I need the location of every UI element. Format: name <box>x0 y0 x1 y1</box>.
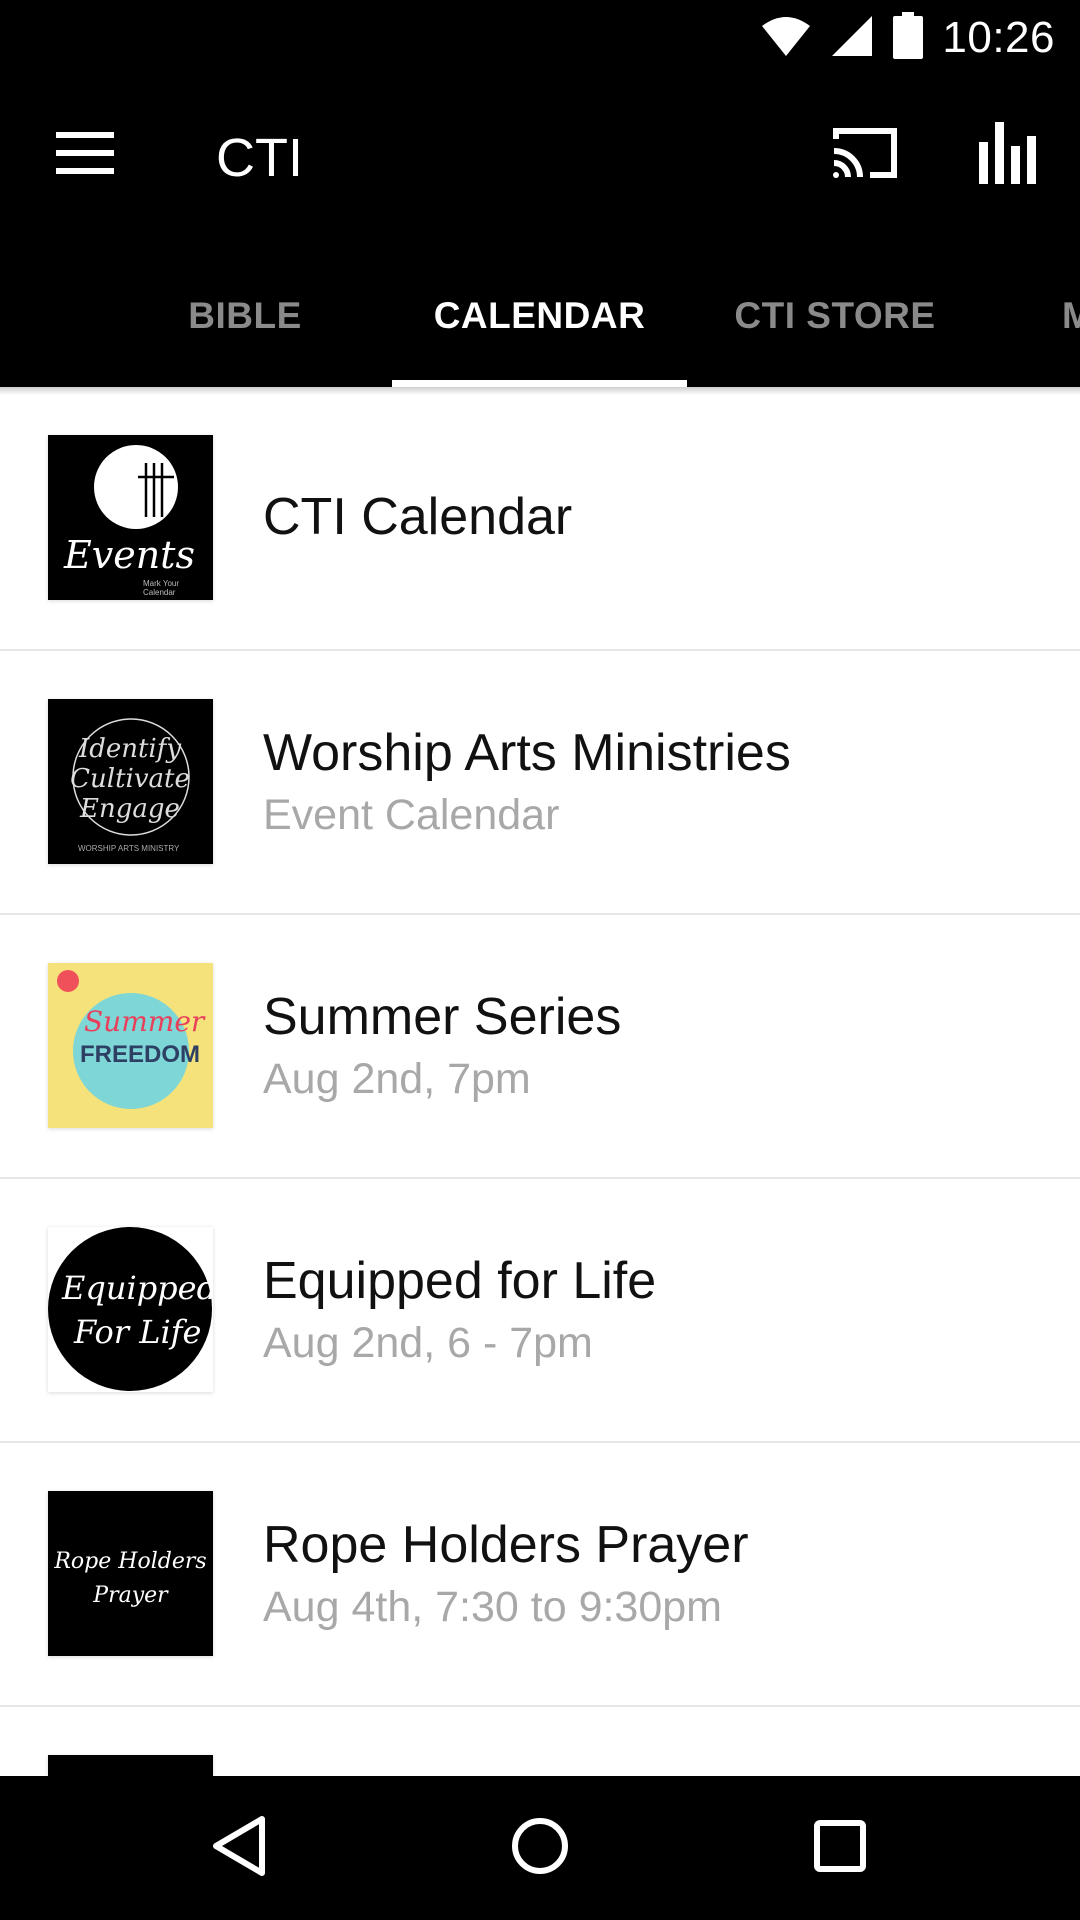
equipped-thumbnail-art <box>48 1227 212 1391</box>
menu-button[interactable] <box>40 115 130 195</box>
tab-indicator <box>392 380 687 387</box>
list-item-thumbnail: Events Mark Your Calendar <box>48 435 213 600</box>
navigation-bar <box>0 1776 1080 1920</box>
list-item[interactable]: Rope Holders Prayer Rope Holders Prayer … <box>0 1443 1080 1707</box>
stats-icon <box>979 121 1037 189</box>
list-item-title: Worship Arts Ministries <box>263 724 791 782</box>
list-item-subtitle: Aug 4th, 7:30 to 9:30pm <box>263 1583 722 1631</box>
list-item-title: Equipped for Life <box>263 1252 657 1310</box>
list-item-thumbnail: Summer FREEDOM <box>48 963 213 1128</box>
thumb-caption: WORSHIP ARTS MINISTRY <box>78 844 180 853</box>
thumb-title: Summer <box>84 1005 205 1038</box>
thumb-title: Rope Holders <box>54 1549 207 1574</box>
battery-icon <box>892 11 924 65</box>
list-item[interactable]: Equipped For Life Equipped for Life Aug … <box>0 1179 1080 1443</box>
thumb-title: Equipped <box>62 1269 213 1307</box>
thumb-caption: Mark Your Calendar <box>143 579 180 597</box>
list-item-thumbnail: Equipped For Life <box>48 1227 213 1392</box>
list-item[interactable]: Identify Cultivate Engage WORSHIP ARTS M… <box>0 651 1080 915</box>
thumb-caption: For Life <box>74 1313 202 1351</box>
thumb-caption: Prayer <box>93 1583 168 1608</box>
tab-calendar[interactable]: CALENDAR <box>392 245 687 387</box>
list-item-title: Rope Holders Prayer <box>263 1516 749 1574</box>
tab-bar: E BIBLE CALENDAR CTI STORE M <box>0 245 1080 387</box>
thumb-title: Identify Cultivate Engage <box>70 734 190 824</box>
status-bar: 10:26 <box>0 0 1080 75</box>
list-item-subtitle: Event Calendar <box>263 791 560 839</box>
app-title: CTI <box>216 128 303 188</box>
status-icons: 10:26 <box>760 8 1055 68</box>
tab-partial-left[interactable]: E <box>0 245 10 387</box>
list-item-title: Summer Series <box>263 988 622 1046</box>
tab-cti-store[interactable]: CTI STORE <box>700 245 970 387</box>
recents-button[interactable] <box>790 1798 890 1898</box>
tab-partial-right[interactable]: M <box>1062 245 1080 387</box>
calendar-list: Events Mark Your Calendar CTI Calendar I… <box>0 387 1080 1776</box>
list-item-thumbnail <box>48 1755 213 1776</box>
home-icon <box>510 1816 570 1881</box>
list-item[interactable]: Events Mark Your Calendar CTI Calendar <box>0 387 1080 651</box>
tab-bible[interactable]: BIBLE <box>110 245 380 387</box>
list-item[interactable]: Summer FREEDOM Summer Series Aug 2nd, 7p… <box>0 915 1080 1179</box>
list-item-title: CTI Calendar <box>263 488 573 546</box>
back-button[interactable] <box>190 1798 290 1898</box>
list-item-partial[interactable] <box>0 1707 1080 1776</box>
status-time: 10:26 <box>942 13 1055 62</box>
list-item-subtitle: Aug 2nd, 7pm <box>263 1055 531 1103</box>
recents-icon <box>814 1819 866 1877</box>
cast-icon <box>830 125 900 186</box>
list-item-thumbnail: Identify Cultivate Engage WORSHIP ARTS M… <box>48 699 213 864</box>
app-bar: CTI <box>0 75 1080 245</box>
tab-bar-shadow <box>0 387 1080 395</box>
back-icon <box>210 1815 270 1882</box>
home-button[interactable] <box>490 1798 590 1898</box>
thumb-caption: FREEDOM <box>80 1041 200 1068</box>
thumb-title: Events <box>64 533 195 577</box>
stats-button[interactable] <box>963 115 1053 195</box>
menu-icon <box>56 131 114 179</box>
list-item-subtitle: Aug 2nd, 6 - 7pm <box>263 1319 593 1367</box>
wifi-icon <box>760 14 812 63</box>
list-item-thumbnail: Rope Holders Prayer <box>48 1491 213 1656</box>
cell-signal-icon <box>830 14 874 63</box>
cast-button[interactable] <box>820 115 910 195</box>
